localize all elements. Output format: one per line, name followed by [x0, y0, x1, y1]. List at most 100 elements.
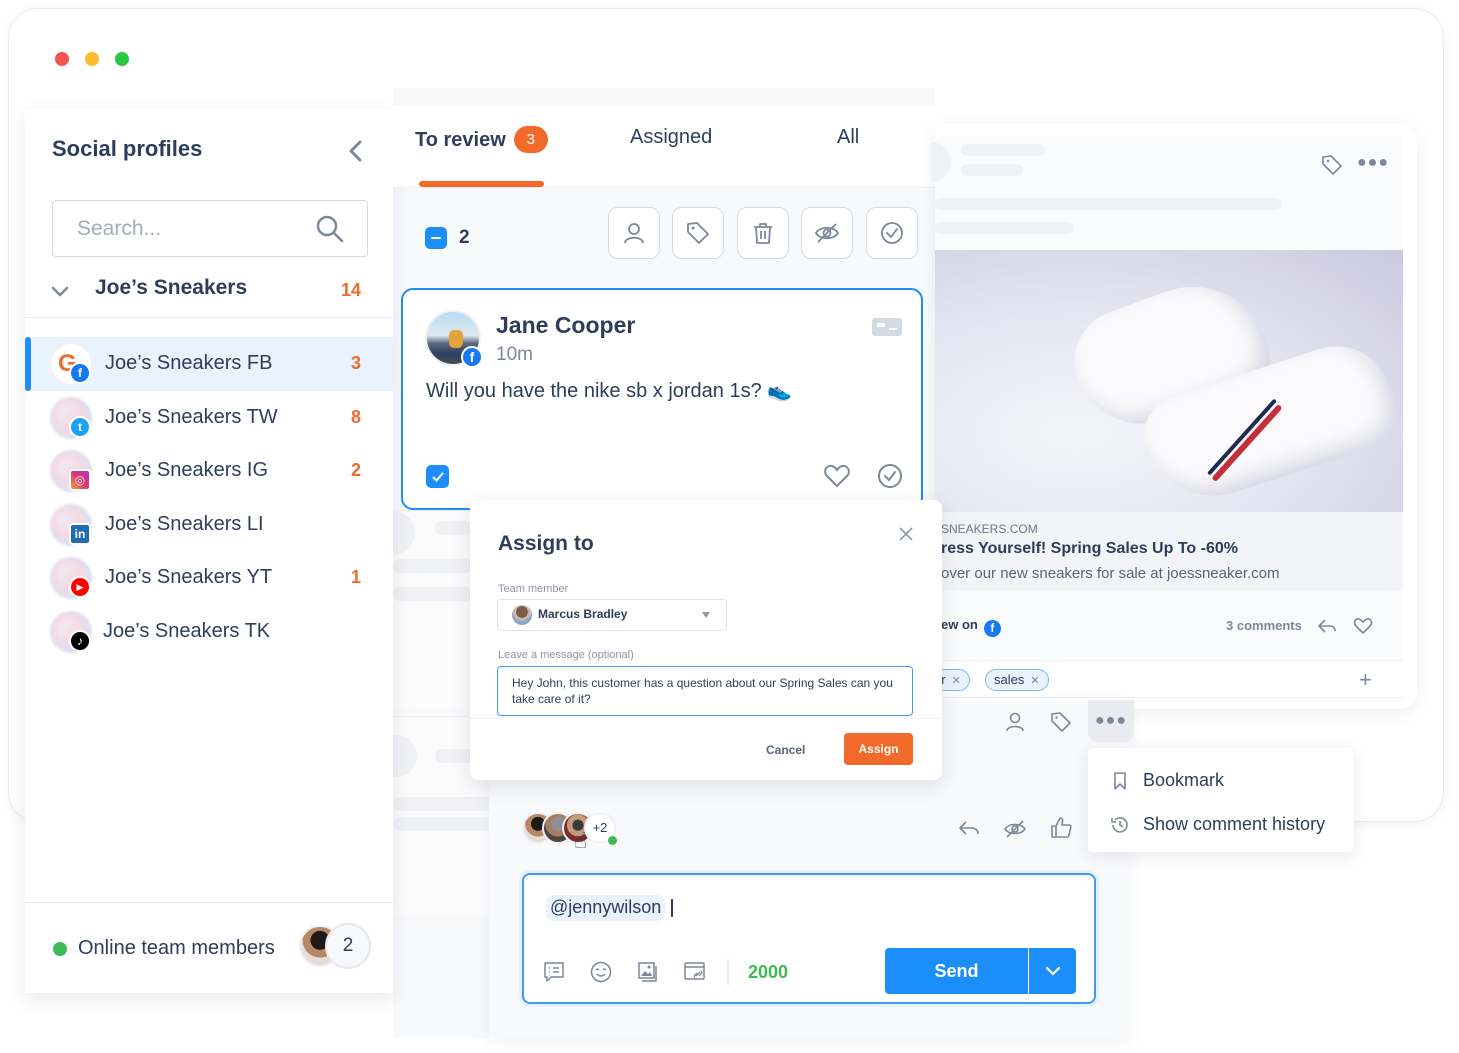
check-circle-icon[interactable] — [876, 462, 904, 490]
reply-icon[interactable] — [957, 817, 981, 841]
online-team-members: Online team members 2 — [25, 902, 393, 993]
comment-options-menu: Bookmark Show comment history — [1088, 748, 1354, 852]
history-icon — [1111, 817, 1128, 833]
message-checkbox[interactable] — [426, 465, 449, 488]
reply-composer[interactable]: @jennywilson 2000 Send — [522, 873, 1096, 1004]
trash-icon — [754, 223, 772, 244]
link-preview[interactable]: SNEAKERS.COM ress Yourself! Spring Sales… — [935, 512, 1403, 590]
chevron-left-icon[interactable] — [345, 138, 367, 164]
more-options-button[interactable]: ●●● — [1088, 700, 1134, 742]
more-options-icon[interactable]: ●●● — [1357, 154, 1389, 172]
tag-chip[interactable]: sales ✕ — [985, 669, 1049, 691]
assign-confirm-button[interactable]: Assign — [844, 733, 913, 765]
inbox-tabs: To review 3 Assigned All — [393, 106, 935, 188]
menu-item-bookmark[interactable]: Bookmark — [1088, 759, 1354, 803]
window-maximize-button[interactable] — [115, 52, 129, 66]
sidebar-item-joes-sneakers-yt[interactable]: ▶ Joe’s Sneakers YT 1 — [25, 551, 393, 605]
mention-chip[interactable]: @jennywilson — [546, 895, 666, 921]
saved-replies-icon[interactable] — [542, 960, 566, 984]
assign-user-icon[interactable] — [1003, 710, 1027, 734]
menu-item-show-comment-history[interactable]: Show comment history — [1088, 803, 1354, 847]
sidebar-item-joes-sneakers-tk[interactable]: ♪ Joe’s Sneakers TK — [25, 605, 393, 659]
selected-team-member: Marcus Bradley — [538, 607, 628, 621]
bulk-select-checkbox[interactable] — [425, 227, 447, 249]
online-count-badge[interactable]: 2 — [325, 923, 371, 969]
check-circle-icon — [881, 222, 903, 244]
emoji-icon[interactable] — [589, 960, 613, 984]
sidebar-item-joes-sneakers-fb[interactable]: G f Joe’s Sneakers FB 3 — [25, 337, 393, 391]
profile-label: Joe’s Sneakers IG — [105, 459, 269, 481]
menu-item-label: Show comment history — [1143, 814, 1326, 834]
window-minimize-button[interactable] — [85, 52, 99, 66]
search-icon[interactable] — [315, 214, 345, 244]
message-card[interactable]: f Jane Cooper 10m Will you have the nike… — [401, 288, 923, 510]
team-member-select[interactable]: Marcus Bradley — [497, 599, 727, 631]
view-on-facebook-link[interactable]: ew on f — [941, 617, 1001, 637]
assign-user-icon — [624, 223, 644, 244]
link-domain: SNEAKERS.COM — [941, 522, 1038, 536]
facebook-icon: f — [461, 346, 483, 368]
facebook-icon: f — [69, 362, 91, 384]
facebook-icon: f — [983, 620, 1001, 637]
tab-to-review[interactable]: To review 3 — [415, 126, 548, 153]
image-icon[interactable] — [636, 960, 660, 984]
hide-button[interactable] — [801, 207, 853, 259]
reply-icon[interactable] — [1317, 616, 1337, 636]
sidebar-item-joes-sneakers-tw[interactable]: t Joe’s Sneakers TW 8 — [25, 391, 393, 445]
chevron-down-icon — [1045, 966, 1060, 976]
tab-label: To review — [415, 129, 506, 151]
active-tab-indicator — [419, 181, 544, 187]
hide-icon[interactable] — [1003, 817, 1027, 841]
online-status-dot — [608, 836, 617, 845]
insert-link-icon[interactable] — [683, 960, 707, 984]
sidebar-item-joes-sneakers-li[interactable]: in Joe’s Sneakers LI — [25, 498, 393, 552]
remove-tag-icon[interactable]: ✕ — [952, 675, 961, 687]
comments-count-link[interactable]: 3 comments — [1226, 618, 1302, 633]
remove-tag-icon[interactable]: ✕ — [1030, 675, 1039, 687]
assign-button[interactable] — [608, 207, 660, 259]
team-member-avatar — [512, 605, 532, 625]
mark-done-button[interactable] — [866, 207, 918, 259]
cancel-button[interactable]: Cancel — [766, 743, 805, 757]
profile-search — [52, 200, 368, 257]
selected-count: 2 — [459, 227, 470, 248]
online-status-dot — [53, 942, 67, 956]
modal-footer: Cancel Assign — [470, 718, 942, 780]
tiktok-icon: ♪ — [69, 629, 91, 652]
post-tags: er✕ sales✕ + — [925, 660, 1403, 698]
send-button[interactable]: Send — [885, 948, 1028, 994]
close-icon[interactable] — [898, 526, 914, 542]
profile-label: Joe’s Sneakers TK — [103, 619, 271, 642]
profile-label: Joe’s Sneakers TW — [105, 405, 278, 428]
add-tag-icon[interactable]: + — [1359, 667, 1372, 693]
thumbs-up-icon[interactable] — [1049, 815, 1073, 839]
tab-all[interactable]: All — [837, 126, 859, 149]
search-input[interactable] — [77, 213, 307, 245]
tab-assigned[interactable]: Assigned — [630, 126, 712, 149]
profile-label: Joe’s Sneakers YT — [105, 566, 273, 588]
instagram-icon: ◎ — [69, 469, 91, 491]
author-avatar: f — [425, 310, 483, 368]
chevron-down-icon[interactable] — [50, 282, 70, 302]
tag-icon[interactable] — [1321, 154, 1343, 176]
sidebar-item-joes-sneakers-ig[interactable]: ◎ Joe’s Sneakers IG 2 — [25, 444, 393, 498]
message-label: Leave a message (optional) — [498, 649, 634, 661]
check-icon — [431, 471, 444, 482]
assign-message-input[interactable]: Hey John, this customer has a question a… — [497, 666, 913, 716]
send-options-button[interactable] — [1029, 948, 1076, 994]
window-close-button[interactable] — [55, 52, 69, 66]
contact-card-icon[interactable] — [872, 318, 902, 336]
more-options-icon: ●●● — [1095, 712, 1127, 729]
tag-button[interactable] — [672, 207, 724, 259]
delete-button[interactable] — [737, 207, 789, 259]
heart-icon[interactable] — [823, 462, 851, 490]
toolbar-divider — [727, 959, 729, 985]
tag-icon — [687, 222, 709, 244]
bookmark-icon — [1114, 772, 1126, 790]
tab-label: Assigned — [630, 126, 713, 148]
youtube-icon: ▶ — [69, 576, 91, 598]
heart-icon[interactable] — [1353, 616, 1373, 636]
group-name: Joe’s Sneakers — [95, 276, 248, 299]
profile-group-joes-sneakers[interactable]: Joe’s Sneakers 14 — [25, 270, 393, 318]
tag-icon[interactable] — [1049, 710, 1073, 734]
